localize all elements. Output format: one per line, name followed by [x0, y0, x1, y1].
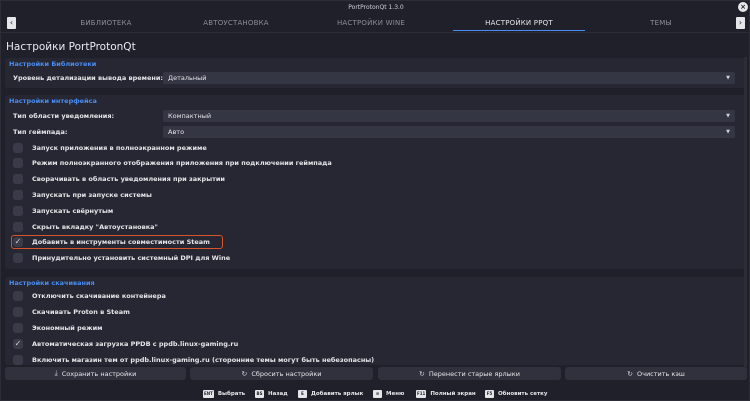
hint-select: ENT Выбрать	[203, 389, 245, 399]
hint-label: Меню	[386, 391, 405, 397]
refresh-icon: ↻	[419, 369, 425, 378]
select-value: Авто	[168, 128, 185, 136]
gamepad-fullscreen-checkbox[interactable]	[13, 158, 23, 168]
f5-key-icon: F5	[485, 390, 494, 398]
close-icon[interactable]: ×	[738, 2, 748, 12]
time-detail-select[interactable]: Детальный ▼	[163, 72, 735, 84]
hint-label: Добавить ярлык	[311, 391, 364, 397]
chevron-down-icon: ▼	[726, 75, 730, 81]
hint-menu: ≡ Меню	[373, 389, 404, 399]
checkbox-label: Сворачивать в область уведомления при за…	[32, 175, 225, 183]
fullscreen-checkbox[interactable]	[13, 143, 23, 153]
button-label: Очистить кэш	[636, 369, 685, 378]
enter-key-icon: ENT	[203, 390, 214, 398]
checkbox-label: Запускать свёрнутым	[32, 207, 114, 215]
scroll-right-icon[interactable]: ›	[736, 17, 745, 29]
checkbox-label: Включить магазин тем от ppdb.linux-gamin…	[32, 356, 375, 364]
scrollbar[interactable]	[744, 57, 747, 367]
divider	[1, 32, 750, 33]
group-title: Настройки интерфейса	[9, 97, 97, 105]
checkbox-label: Автоматическая загрузка PPDB с ppdb.linu…	[32, 340, 239, 348]
hint-label: Обновить сетку	[498, 391, 548, 397]
ppdb-autoload-checkbox[interactable]: ✓	[13, 339, 23, 349]
proton-steam-checkbox[interactable]	[13, 307, 23, 317]
scroll-left-icon[interactable]: ‹	[7, 17, 16, 29]
chevron-down-icon: ▼	[726, 129, 730, 135]
disable-container-download-checkbox[interactable]	[13, 291, 23, 301]
hint-fullscreen: F11 Полный экран	[416, 389, 476, 399]
autostart-checkbox[interactable]	[13, 190, 23, 200]
group-title: Настройки скачивания	[9, 279, 95, 287]
checkmark-icon: ✓	[14, 339, 22, 348]
checkbox-label: Отключить скачивание контейнера	[32, 292, 166, 300]
hide-autoinstall-checkbox[interactable]	[13, 222, 23, 232]
notify-area-select[interactable]: Компактный ▼	[163, 110, 735, 122]
notify-area-label: Тип области уведомления:	[13, 112, 115, 120]
clear-cache-button[interactable]: ↻ Очистить кэш	[565, 367, 747, 380]
button-label: Сохранить настройки	[61, 369, 137, 378]
group-title: Настройки Библиотеки	[9, 60, 97, 68]
backspace-key-icon: BS	[255, 390, 264, 398]
button-label: Сбросить настройки	[251, 369, 322, 378]
app-window: PortProtonQt 1.3.0 × ‹ БИБЛИОТЕКА АВТОУС…	[0, 0, 750, 401]
f11-key-icon: F11	[416, 390, 427, 398]
checkbox-label: Скрыть вкладку "Автоустановка"	[32, 223, 158, 231]
hint-refresh-grid: F5 Обновить сетку	[485, 389, 548, 399]
gamepad-type-label: Тип геймпада:	[13, 128, 68, 136]
refresh-icon: ↻	[627, 369, 633, 378]
hint-label: Выбрать	[217, 391, 246, 397]
tab-bar: ‹ БИБЛИОТЕКА АВТОУСТАНОВКА НАСТРОЙКИ WIN…	[1, 15, 750, 31]
checkbox-label: Принудительно установить системный DPI д…	[32, 254, 231, 262]
tab-themes[interactable]: ТЕМЫ	[601, 15, 721, 31]
interface-settings-group: Настройки интерфейса Тип области уведомл…	[5, 95, 747, 269]
gamepad-type-select[interactable]: Авто ▼	[163, 126, 735, 138]
hint-label: Назад	[268, 391, 288, 397]
checkbox-label: Запуск приложения в полноэкранном режиме	[32, 144, 207, 152]
e-key-icon: E	[298, 390, 307, 398]
start-minimized-checkbox[interactable]	[13, 206, 23, 216]
checkbox-label: Экономный режим	[32, 324, 103, 332]
hint-back: BS Назад	[255, 389, 288, 399]
hint-label: Полный экран	[430, 391, 476, 397]
time-detail-label: Уровень детализации вывода времени:	[13, 74, 164, 82]
hint-add-shortcut: E Добавить ярлык	[298, 389, 363, 399]
tab-ppqt-settings[interactable]: НАСТРОЙКИ PPQT	[453, 15, 585, 31]
force-dpi-checkbox[interactable]	[13, 253, 23, 263]
select-value: Детальный	[168, 74, 207, 82]
steam-compat-checkbox[interactable]: ✓	[13, 237, 23, 247]
checkbox-label: Режим полноэкранного отображения приложе…	[32, 159, 332, 167]
title-bar: PortProtonQt 1.3.0 ×	[1, 1, 750, 13]
refresh-icon: ↻	[241, 369, 248, 378]
select-value: Компактный	[168, 112, 212, 120]
save-settings-button[interactable]: ⤓ Сохранить настройки	[5, 367, 186, 380]
button-label: Перенести старые ярлыки	[428, 369, 520, 378]
checkbox-label: Запускать при запуске системы	[32, 191, 152, 199]
tab-wine-settings[interactable]: НАСТРОЙКИ WINE	[286, 15, 456, 31]
checkbox-label: Добавить в инструменты совместимости Ste…	[32, 238, 210, 246]
theme-store-checkbox[interactable]	[13, 355, 23, 365]
page-title: Настройки PortProtonQt	[6, 41, 136, 53]
download-settings-group: Настройки скачивания Отключить скачивани…	[5, 277, 747, 365]
chevron-down-icon: ▼	[726, 113, 730, 119]
migrate-shortcuts-button[interactable]: ↻ Перенести старые ярлыки	[378, 367, 561, 380]
library-settings-group: Настройки Библиотеки Уровень детализации…	[5, 58, 747, 88]
window-title: PortProtonQt 1.3.0	[348, 3, 404, 11]
menu-key-icon: ≡	[373, 390, 382, 398]
minimize-to-tray-checkbox[interactable]	[13, 174, 23, 184]
economy-mode-checkbox[interactable]	[13, 323, 23, 333]
checkmark-icon: ✓	[14, 237, 22, 246]
download-icon: ⤓	[54, 369, 58, 377]
reset-settings-button[interactable]: ↻ Сбросить настройки	[190, 367, 373, 380]
checkbox-label: Скачивать Proton в Steam	[32, 308, 130, 316]
